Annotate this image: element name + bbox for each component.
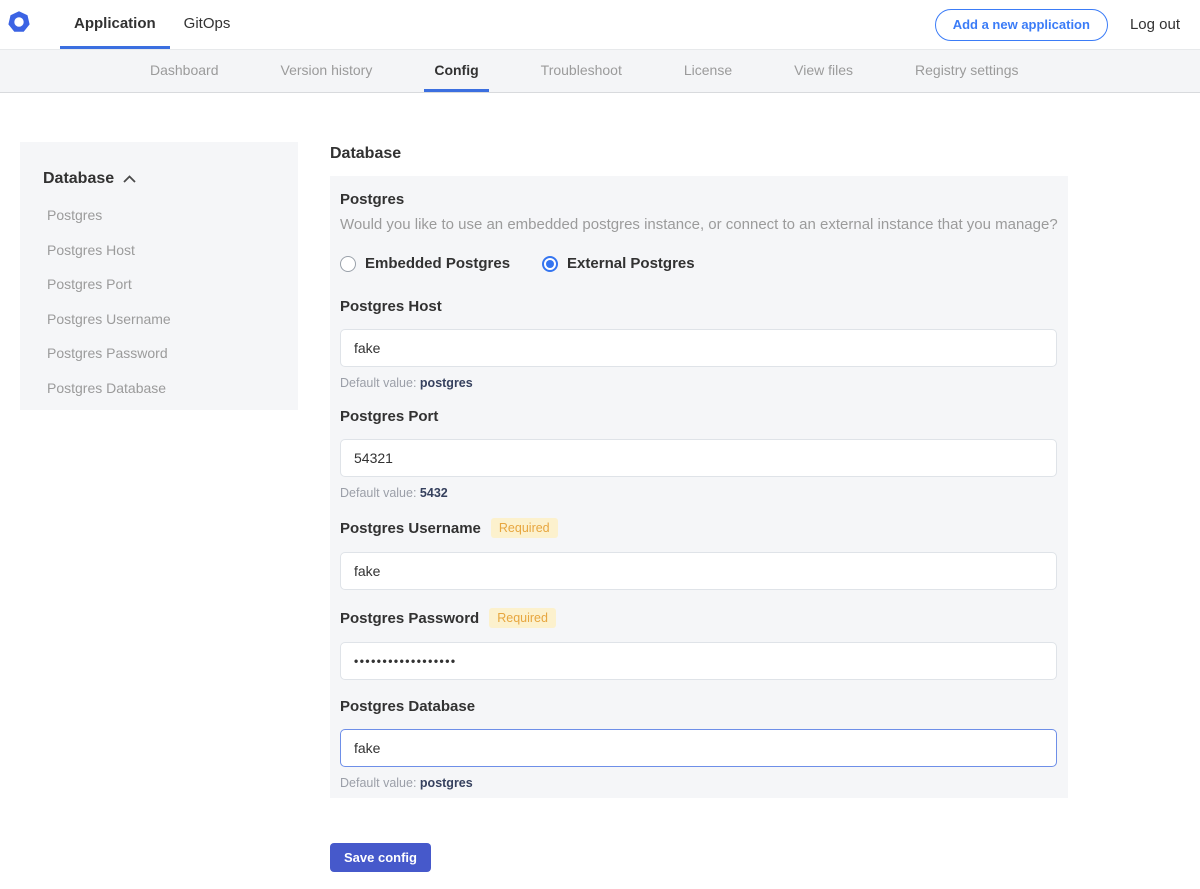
postgres-port-input[interactable]: [340, 439, 1057, 477]
radio-external-postgres-label: External Postgres: [567, 255, 695, 272]
top-nav: Application GitOps Add a new application…: [0, 0, 1200, 50]
config-field-postgres-host: Postgres Host Default value: postgres: [340, 298, 1058, 390]
config-field-postgres-port: Postgres Port Default value: 5432: [340, 408, 1058, 500]
subnav-tab-dashboard[interactable]: Dashboard: [140, 50, 229, 92]
postgres-database-default: Default value: postgres: [340, 776, 1058, 790]
postgres-host-default: Default value: postgres: [340, 376, 1058, 390]
postgres-group-help: Would you like to use an embedded postgr…: [340, 216, 1058, 233]
radio-embedded-postgres[interactable]: Embedded Postgres: [340, 255, 510, 272]
default-prefix-label: Default value:: [340, 776, 416, 790]
postgres-database-label: Postgres Database: [340, 698, 475, 715]
sidebar-item-postgres-password[interactable]: Postgres Password: [43, 346, 282, 361]
config-field-postgres-password: Postgres Password Required: [340, 608, 1058, 680]
sidebar-item-postgres-database[interactable]: Postgres Database: [43, 381, 282, 396]
postgres-password-input[interactable]: [340, 642, 1057, 680]
sidebar-group-database[interactable]: Database: [43, 170, 282, 188]
save-config-button[interactable]: Save config: [330, 843, 431, 872]
radio-selected-icon[interactable]: [542, 256, 558, 272]
subnav-tab-dashboard-label: Dashboard: [150, 62, 219, 78]
sidebar-item-postgres-host[interactable]: Postgres Host: [43, 243, 282, 258]
postgres-radio-row: Embedded Postgres External Postgres: [340, 255, 1058, 272]
logout-link[interactable]: Log out: [1130, 16, 1180, 33]
postgres-username-input[interactable]: [340, 552, 1057, 590]
required-badge: Required: [489, 608, 556, 628]
config-field-postgres-username: Postgres Username Required: [340, 518, 1058, 590]
postgres-radio-group: Postgres Would you like to use an embedd…: [340, 191, 1058, 272]
subnav-tab-version-history[interactable]: Version history: [271, 50, 383, 92]
postgres-database-input[interactable]: [340, 729, 1057, 767]
config-sidebar: Database Postgres Postgres Host Postgres…: [20, 142, 298, 410]
topnav-tabs: Application GitOps: [60, 0, 244, 49]
default-value-text: postgres: [420, 376, 473, 390]
tab-application[interactable]: Application: [60, 0, 170, 49]
radio-embedded-postgres-label: Embedded Postgres: [365, 255, 510, 272]
sidebar-item-postgres-username[interactable]: Postgres Username: [43, 312, 282, 327]
postgres-username-label: Postgres Username: [340, 520, 481, 537]
save-row: Save config: [330, 843, 1068, 889]
postgres-host-input[interactable]: [340, 329, 1057, 367]
subnav-tabs: Dashboard Version history Config Trouble…: [140, 50, 1029, 92]
subnav-tab-license-label: License: [684, 62, 732, 78]
postgres-port-default: Default value: 5432: [340, 486, 1058, 500]
config-page: Database Postgres Postgres Host Postgres…: [0, 93, 1200, 889]
topnav-right: Add a new application Log out: [935, 0, 1180, 49]
section-title: Database: [330, 145, 1068, 163]
default-prefix-label: Default value:: [340, 486, 416, 500]
subnav-tab-troubleshoot-label: Troubleshoot: [541, 62, 622, 78]
subnav-tab-view-files[interactable]: View files: [784, 50, 863, 92]
add-application-button[interactable]: Add a new application: [935, 9, 1108, 41]
config-field-postgres-database: Postgres Database Default value: postgre…: [340, 698, 1058, 790]
subnav-tab-version-history-label: Version history: [281, 62, 373, 78]
radio-external-postgres[interactable]: External Postgres: [542, 255, 695, 272]
tab-gitops-label: GitOps: [184, 15, 231, 32]
database-config-card: Postgres Would you like to use an embedd…: [330, 176, 1068, 798]
subnav-tab-config-label: Config: [434, 62, 478, 78]
app-logo[interactable]: [8, 0, 60, 49]
default-value-text: postgres: [420, 776, 473, 790]
radio-unselected-icon[interactable]: [340, 256, 356, 272]
postgres-password-label: Postgres Password: [340, 610, 479, 627]
app-subnav: Dashboard Version history Config Trouble…: [0, 50, 1200, 93]
postgres-group-label: Postgres: [340, 191, 1058, 208]
postgres-port-label: Postgres Port: [340, 408, 438, 425]
tab-application-label: Application: [74, 15, 156, 32]
default-prefix-label: Default value:: [340, 376, 416, 390]
required-badge: Required: [491, 518, 558, 538]
default-value-text: 5432: [420, 486, 448, 500]
sidebar-item-postgres[interactable]: Postgres: [43, 208, 282, 223]
subnav-tab-troubleshoot[interactable]: Troubleshoot: [531, 50, 632, 92]
sidebar-item-list: Postgres Postgres Host Postgres Port Pos…: [43, 208, 282, 395]
subnav-tab-view-files-label: View files: [794, 62, 853, 78]
tab-gitops[interactable]: GitOps: [170, 0, 245, 49]
postgres-host-label: Postgres Host: [340, 298, 442, 315]
replicated-logo-icon: [8, 11, 30, 38]
config-main: Database Postgres Would you like to use …: [330, 93, 1068, 889]
subnav-tab-registry-settings-label: Registry settings: [915, 62, 1018, 78]
sidebar-item-postgres-port[interactable]: Postgres Port: [43, 277, 282, 292]
sidebar-group-database-label: Database: [43, 170, 114, 188]
subnav-tab-registry-settings[interactable]: Registry settings: [905, 50, 1028, 92]
subnav-tab-license[interactable]: License: [674, 50, 742, 92]
chevron-up-icon: [123, 175, 136, 183]
subnav-tab-config[interactable]: Config: [424, 50, 488, 92]
